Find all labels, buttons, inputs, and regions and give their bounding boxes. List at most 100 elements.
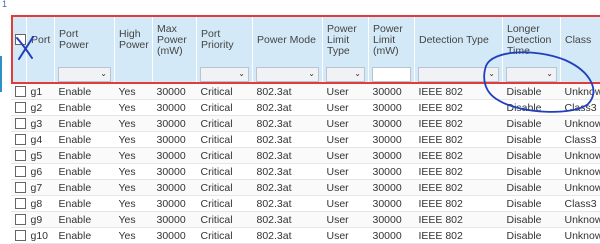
table-row[interactable]: g1EnableYes30000Critical802.3atUser30000… (11, 84, 600, 100)
cell-port-power: Enable (55, 212, 115, 228)
col-header-power-mode[interactable]: Power Mode (253, 16, 323, 64)
cell-detection: IEEE 802 (415, 212, 503, 228)
power-mode-dropdown[interactable]: ⌄ (256, 67, 319, 82)
row-checkbox[interactable] (15, 214, 26, 225)
cell-class: Class3 (561, 132, 600, 148)
cell-class: Class3 (561, 196, 600, 212)
col-header-power-limit[interactable]: Power Limit (mW) (369, 16, 415, 64)
cell-port-power: Enable (55, 228, 115, 244)
row-checkbox[interactable] (15, 150, 26, 161)
cell-class: Class3 (561, 100, 600, 116)
col-header-detection-type[interactable]: Detection Type (415, 16, 503, 64)
row-select-cell[interactable] (11, 84, 27, 100)
filter-power-mode: ⌄ (253, 64, 323, 84)
cell-priority: Critical (197, 100, 253, 116)
cell-limit: 30000 (369, 228, 415, 244)
table-row[interactable]: g4EnableYes30000Critical802.3atUser30000… (11, 132, 600, 148)
cell-port: g3 (27, 116, 55, 132)
cell-high-power: Yes (115, 212, 153, 228)
cell-class: Unknown (561, 148, 600, 164)
port-power-dropdown[interactable]: ⌄ (58, 67, 111, 82)
cell-max-power: 30000 (153, 84, 197, 100)
col-header-longer-detection[interactable]: Longer Detection Time (503, 16, 561, 64)
cell-priority: Critical (197, 228, 253, 244)
cell-detection: IEEE 802 (415, 228, 503, 244)
row-checkbox[interactable] (15, 182, 26, 193)
row-select-cell[interactable] (11, 132, 27, 148)
power-limit-type-dropdown[interactable]: ⌄ (326, 67, 365, 82)
row-select-cell[interactable] (11, 196, 27, 212)
row-checkbox[interactable] (15, 198, 26, 209)
cell-detection: IEEE 802 (415, 196, 503, 212)
row-select-cell[interactable] (11, 228, 27, 244)
col-header-high-power[interactable]: High Power (115, 16, 153, 64)
cell-longer: Disable (503, 148, 561, 164)
cell-limit: 30000 (369, 84, 415, 100)
cell-max-power: 30000 (153, 212, 197, 228)
cell-limit: 30000 (369, 212, 415, 228)
row-select-cell[interactable] (11, 164, 27, 180)
cell-class: Unknown (561, 180, 600, 196)
table-row[interactable]: g9EnableYes30000Critical802.3atUser30000… (11, 212, 600, 228)
col-header-max-power[interactable]: Max Power (mW) (153, 16, 197, 64)
table-row[interactable]: g7EnableYes30000Critical802.3atUser30000… (11, 180, 600, 196)
filter-power-limit-type: ⌄ (323, 64, 369, 84)
cell-port: g1 (27, 84, 55, 100)
power-limit-input[interactable] (372, 67, 411, 82)
cell-port: g10 (27, 228, 55, 244)
cell-limit-type: User (323, 212, 369, 228)
cell-limit-type: User (323, 180, 369, 196)
poe-port-table: Port Port Power High Power Max Power (mW… (10, 16, 600, 244)
row-checkbox[interactable] (15, 166, 26, 177)
cell-class: Unknown (561, 212, 600, 228)
cell-port-power: Enable (55, 116, 115, 132)
filter-cell-empty (11, 64, 27, 84)
cell-mode: 802.3at (253, 196, 323, 212)
table-row[interactable]: g6EnableYes30000Critical802.3atUser30000… (11, 164, 600, 180)
row-select-cell[interactable] (11, 100, 27, 116)
filter-longer-detection: ⌄ (503, 64, 561, 84)
cell-longer: Disable (503, 196, 561, 212)
cell-longer: Disable (503, 116, 561, 132)
row-select-cell[interactable] (11, 116, 27, 132)
filter-detection-type: ⌄ (415, 64, 503, 84)
port-priority-dropdown[interactable]: ⌄ (200, 67, 249, 82)
col-header-port[interactable]: Port (27, 16, 55, 64)
cell-limit-type: User (323, 132, 369, 148)
row-checkbox[interactable] (15, 86, 26, 97)
table-row[interactable]: g5EnableYes30000Critical802.3atUser30000… (11, 148, 600, 164)
row-select-cell[interactable] (11, 212, 27, 228)
row-select-cell[interactable] (11, 148, 27, 164)
filter-cell-empty (27, 64, 55, 84)
row-checkbox[interactable] (15, 134, 26, 145)
cell-class: Unknown (561, 116, 600, 132)
cell-limit-type: User (323, 196, 369, 212)
row-checkbox[interactable] (15, 118, 26, 129)
cell-limit-type: User (323, 116, 369, 132)
filter-port-priority: ⌄ (197, 64, 253, 84)
col-header-power-limit-type[interactable]: Power Limit Type (323, 16, 369, 64)
detection-type-dropdown[interactable]: ⌄ (418, 67, 499, 82)
row-select-cell[interactable] (11, 180, 27, 196)
cell-mode: 802.3at (253, 100, 323, 116)
chevron-down-icon: ⌄ (354, 69, 361, 78)
filter-port-power: ⌄ (55, 64, 115, 84)
longer-detection-dropdown[interactable]: ⌄ (506, 67, 557, 82)
cell-high-power: Yes (115, 196, 153, 212)
row-checkbox[interactable] (15, 102, 26, 113)
table-row[interactable]: g3EnableYes30000Critical802.3atUser30000… (11, 116, 600, 132)
filter-cell-empty (561, 64, 600, 84)
table-row[interactable]: g8EnableYes30000Critical802.3atUser30000… (11, 196, 600, 212)
cell-class: Unknown (561, 84, 600, 100)
cell-limit: 30000 (369, 180, 415, 196)
select-all-checkbox[interactable] (15, 34, 26, 45)
cell-limit: 30000 (369, 164, 415, 180)
select-all-cell[interactable] (11, 16, 27, 64)
col-header-class[interactable]: Class (561, 16, 600, 64)
table-row[interactable]: g2EnableYes30000Critical802.3atUser30000… (11, 100, 600, 116)
cell-max-power: 30000 (153, 180, 197, 196)
col-header-port-power[interactable]: Port Power (55, 16, 115, 64)
table-row[interactable]: g10EnableYes30000Critical802.3atUser3000… (11, 228, 600, 244)
col-header-port-priority[interactable]: Port Priority (197, 16, 253, 64)
row-checkbox[interactable] (15, 230, 26, 241)
